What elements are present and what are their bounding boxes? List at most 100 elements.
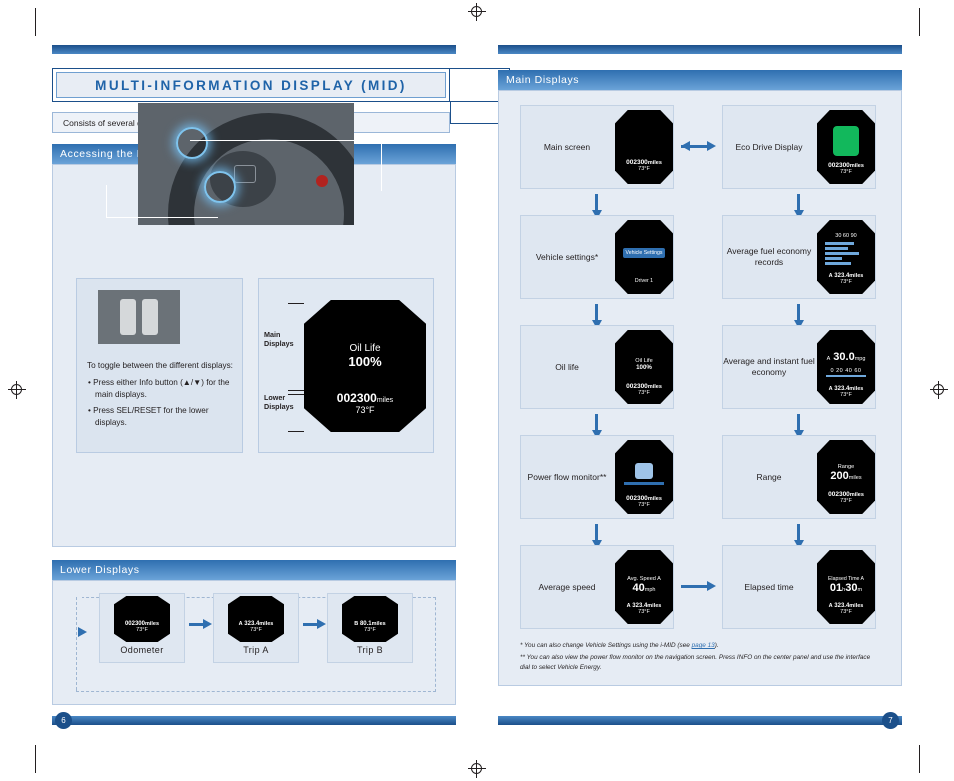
flow-caption-oil-life: Oil life xyxy=(555,361,579,372)
flow-cell-vehicle-settings: Vehicle settings* Vehicle Settings Drive… xyxy=(520,215,674,299)
info-switch xyxy=(120,299,136,335)
left-page: MULTI-INFORMATION DISPLAY (MID) Consists… xyxy=(52,45,510,735)
flow-cell-eco-drive: Eco Drive Display 002300miles 73°F xyxy=(722,105,876,189)
flow-cell-oil-life: Oil life Oil Life 100% 002300miles 73°F xyxy=(520,325,674,409)
left-page-bottom-rule xyxy=(52,716,456,725)
lower-display-trip-a: A 323.4miles 73°F Trip A xyxy=(213,593,299,663)
arrow-oil-to-power-line xyxy=(595,414,598,430)
flow-caption-avg-fuel-records: Average fuel economy records xyxy=(726,246,812,267)
eco-drive-temp: 73°F xyxy=(840,168,852,175)
instant-fuel-trip-letter: A xyxy=(826,355,831,362)
crop-mark-bottom-right xyxy=(919,745,920,773)
elapsed-temp: 73°F xyxy=(840,608,852,615)
arrow-vehicle-to-oil-line xyxy=(595,304,598,320)
sel-reset-button-highlight xyxy=(204,171,236,203)
toggle-intro-text: To toggle between the different displays… xyxy=(87,361,233,370)
range-value: 200 xyxy=(830,470,849,482)
callout-leader-bottom-vert xyxy=(106,185,108,218)
footnote-one-pre: * You can also change Vehicle Settings u… xyxy=(520,642,692,649)
right-page-bottom-rule xyxy=(498,716,902,725)
arrow-instant-to-range-line xyxy=(797,414,800,430)
odometer-screen-temp: 73°F xyxy=(136,627,148,633)
toggle-bullet-2: • Press SEL/RESET for the lower displays… xyxy=(88,406,209,427)
avg-speed-unit: mph xyxy=(644,586,656,593)
lower-display-trip-b: B 80.1miles 73°F Trip B xyxy=(327,593,413,663)
lower-display-loop-left xyxy=(76,597,78,690)
footnote-two-text: ** You can also view the power flow moni… xyxy=(520,654,871,671)
oil-life-temp: 73°F xyxy=(638,390,650,396)
right-page-number: 7 xyxy=(882,712,899,729)
lower-display-trip-a-screen: A 323.4miles 73°F xyxy=(228,596,284,642)
main-screen-temp: 73°F xyxy=(638,165,650,172)
arrow-avgfuel-to-instant-line xyxy=(797,304,800,320)
avg-fuel-scale: 30 60 90 xyxy=(835,233,857,239)
section-heading-lower-displays-text: Lower Displays xyxy=(60,564,140,576)
power-flow-odometer: 002300 xyxy=(626,494,648,502)
steering-switch-photo xyxy=(98,290,180,344)
page-title: MULTI-INFORMATION DISPLAY (MID) xyxy=(56,72,446,98)
red-indicator xyxy=(316,175,328,187)
eco-drive-gauge-icon xyxy=(833,125,859,156)
lower-display-trip-b-screen: B 80.1miles 73°F xyxy=(342,596,398,642)
callout-leader-top-vert xyxy=(381,140,383,191)
sel-reset-switch xyxy=(142,299,158,335)
crop-mark-top-left xyxy=(35,8,36,36)
power-flow-temp: 73°F xyxy=(638,501,650,508)
mid-sample-oil-life-label: Oil Life xyxy=(349,343,381,354)
eco-drive-odometer-unit: miles xyxy=(849,162,864,169)
crop-mark-top-right xyxy=(919,8,920,36)
range-temp: 73°F xyxy=(840,498,852,504)
section-heading-main-displays-text: Main Displays xyxy=(506,74,580,86)
arrow-odometer-to-tripa-line xyxy=(189,623,203,626)
flow-screen-vehicle-settings: Vehicle Settings Driver 1 xyxy=(615,220,673,294)
crop-mark-bottom-left xyxy=(35,745,36,773)
footnote-one-post: ). xyxy=(714,642,719,649)
mid-sample-odometer-unit: miles xyxy=(376,397,394,404)
avg-fuel-bars xyxy=(825,242,867,265)
lower-display-odometer: 002300miles 73°F Odometer xyxy=(99,593,185,663)
vehicle-settings-driver: Driver 1 xyxy=(634,278,654,284)
arrow-main-to-vehicle-line xyxy=(595,194,598,210)
toggle-bullet-1: • Press either Info button (▲/▼) for the… xyxy=(88,378,230,399)
arrow-power-to-avgspeed-line xyxy=(595,524,598,540)
oil-life-value: 100% xyxy=(636,364,652,371)
mid-sample-odometer: 002300 xyxy=(336,391,377,405)
flow-cell-avg-fuel-records: Average fuel economy records 30 60 90 A … xyxy=(722,215,876,299)
flow-cell-average-speed: Average speed Avg. Speed A 40mph A 323.4… xyxy=(520,545,674,629)
flow-screen-power-flow: 002300miles 73°F xyxy=(615,440,673,514)
flow-caption-elapsed-time: Elapsed time xyxy=(744,581,794,592)
footnote-one-link[interactable]: page 13 xyxy=(692,642,715,649)
range-unit: miles xyxy=(848,475,862,481)
elapsed-minutes: 30 xyxy=(845,581,858,594)
flow-screen-elapsed-time: Elapsed Time A 01h30m A 323.4miles 73°F xyxy=(817,550,875,624)
lower-display-odometer-caption: Odometer xyxy=(120,645,164,655)
trip-a-screen-letter: A xyxy=(238,621,243,627)
steering-wheel-photo xyxy=(138,103,354,225)
eco-drive-odometer: 002300 xyxy=(828,161,850,169)
avg-speed-temp: 73°F xyxy=(638,608,650,615)
registration-mark-bottom xyxy=(468,760,486,778)
flow-cell-avg-instant-fuel: Average and instant fuel economy A 30.0m… xyxy=(722,325,876,409)
elapsed-minutes-unit: m xyxy=(857,586,863,593)
flow-caption-eco-drive: Eco Drive Display xyxy=(735,141,803,152)
avg-speed-value: 40 xyxy=(632,581,645,594)
arrow-main-to-eco-left xyxy=(681,141,690,151)
flow-cell-elapsed-time: Elapsed time Elapsed Time A 01h30m A 323… xyxy=(722,545,876,629)
toggle-instructions-box: To toggle between the different displays… xyxy=(76,278,243,453)
left-page-number: 6 xyxy=(55,712,72,729)
flow-screen-oil-life: Oil Life 100% 002300miles 73°F xyxy=(615,330,673,404)
oil-life-odometer: 002300 xyxy=(626,383,648,390)
flow-screen-main-screen: 002300miles 73°F xyxy=(615,110,673,184)
arrow-loop-into-odometer xyxy=(78,627,87,637)
flow-caption-average-speed: Average speed xyxy=(538,581,596,592)
instant-fuel-unit: mpg xyxy=(854,355,866,362)
power-flow-arrow-bar xyxy=(624,481,664,485)
flow-screen-avg-fuel-records: 30 60 90 A 323.4miles 73°F xyxy=(817,220,875,294)
mid-sample-panel: Oil Life 100% 002300miles 73°F xyxy=(258,278,434,453)
flow-cell-range: Range Range 200miles 002300miles 73°F xyxy=(722,435,876,519)
instant-fuel-gauge-scale: 0 20 40 60 xyxy=(830,367,862,374)
mid-sample-screen: Oil Life 100% 002300miles 73°F xyxy=(304,300,426,432)
main-screen-odometer: 002300 xyxy=(626,158,648,166)
avg-speed-trip: A xyxy=(626,602,631,609)
arrow-tripa-to-tripb-line xyxy=(303,623,317,626)
